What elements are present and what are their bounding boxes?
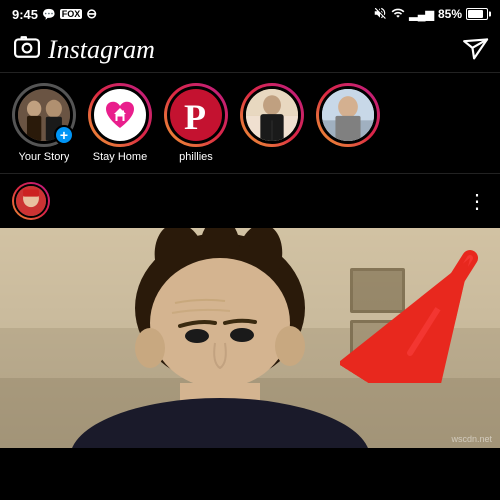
post-image: wscdn.net (0, 228, 500, 448)
post-avatar-inner (14, 184, 48, 218)
stay-home-ring (88, 83, 152, 147)
status-indicators: ▂▄▆ 85% (373, 6, 488, 23)
more-options-button[interactable]: ⋮ (467, 189, 488, 214)
stay-home-avatar (91, 86, 149, 144)
header-left: Instagram (14, 34, 155, 66)
signal-icon: ▂▄▆ (409, 8, 434, 21)
mute-icon (373, 6, 387, 23)
add-story-button[interactable]: + (54, 125, 74, 145)
person2-ring (316, 83, 380, 147)
person1-avatar (243, 86, 301, 144)
app-header: Instagram (0, 28, 500, 73)
status-time: 9:45 💬 FOX ⊖ (12, 6, 97, 22)
person2-avatar (319, 86, 377, 144)
time-display: 9:45 (12, 7, 38, 22)
phillies-label: phillies (179, 151, 213, 163)
stay-home-label: Stay Home (93, 151, 147, 163)
stories-row: + Your Story Stay Home (0, 73, 500, 174)
red-arrow-overlay (340, 233, 490, 383)
post-user (12, 182, 50, 220)
watermark: wscdn.net (451, 434, 492, 444)
post-avatar-ring (12, 182, 50, 220)
fox-icon: FOX (60, 9, 83, 19)
send-icon[interactable] (456, 31, 489, 69)
battery-percent: 85% (438, 7, 462, 21)
person1-ring (240, 83, 304, 147)
battery-icon (466, 8, 488, 20)
wifi-icon (391, 6, 405, 23)
camera-icon[interactable] (14, 34, 40, 66)
status-bar: 9:45 💬 FOX ⊖ ▂▄▆ 85% (0, 0, 500, 28)
svg-text:P: P (184, 97, 206, 137)
story-item-person2[interactable] (316, 83, 380, 163)
story-item-person1[interactable] (240, 83, 304, 163)
post-header: ⋮ (0, 174, 500, 228)
your-story-avatar-wrapper: + (12, 83, 76, 147)
story-item-phillies[interactable]: P phillies (164, 83, 228, 163)
phillies-avatar: P (167, 86, 225, 144)
story-item-stay-home[interactable]: Stay Home (88, 83, 152, 163)
your-story-label: Your Story (19, 151, 70, 163)
message-icon: 💬 (42, 8, 56, 21)
story-item-your-story[interactable]: + Your Story (12, 83, 76, 163)
app-name: Instagram (48, 35, 155, 65)
phillies-ring: P (164, 83, 228, 147)
circle-minus-icon: ⊖ (86, 6, 97, 22)
